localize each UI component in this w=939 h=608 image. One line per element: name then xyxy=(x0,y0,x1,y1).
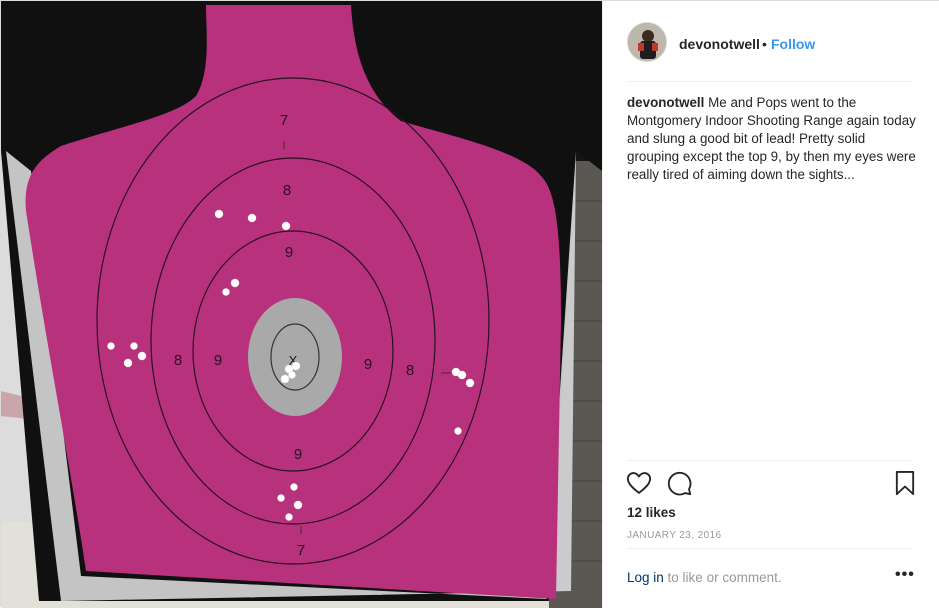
header-separator: • xyxy=(762,36,767,52)
ring-label-9-right: 9 xyxy=(364,356,372,373)
actions-divider xyxy=(627,460,913,461)
post-date[interactable]: January 23, 2016 xyxy=(627,530,721,541)
username-link[interactable]: devonotwell xyxy=(679,36,760,52)
instagram-post-frame: 7 8 9 8 9 X 9 8 9 7 devonotwell • Follow… xyxy=(0,0,939,608)
avatar-image xyxy=(628,23,666,61)
ring-label-9-top: 9 xyxy=(285,244,293,261)
ring-label-7-bottom: 7 xyxy=(297,542,305,559)
follow-button[interactable]: Follow xyxy=(771,36,815,52)
comment-icon[interactable] xyxy=(665,469,693,497)
ring-label-9-left: 9 xyxy=(214,352,222,369)
post-header: devonotwell • Follow xyxy=(603,1,939,83)
ring-label-8-right: 8 xyxy=(406,362,414,379)
login-link[interactable]: Log in xyxy=(627,570,664,585)
footer-divider xyxy=(627,548,913,549)
header-divider xyxy=(627,81,913,82)
post-photo[interactable]: 7 8 9 8 9 X 9 8 9 7 xyxy=(1,1,602,608)
more-options-icon[interactable]: ••• xyxy=(895,566,915,584)
ring-label-8-left: 8 xyxy=(174,352,182,369)
avatar[interactable] xyxy=(627,22,667,62)
login-prompt: Log in to like or comment. xyxy=(627,570,782,585)
ring-label-9-bottom: 9 xyxy=(294,446,302,463)
action-bar xyxy=(603,469,939,501)
caption-username[interactable]: devonotwell xyxy=(627,95,704,110)
ring-label-7-top: 7 xyxy=(280,112,288,129)
target-photo-illustration: 7 8 9 8 9 X 9 8 9 7 xyxy=(1,1,602,608)
bookmark-icon[interactable] xyxy=(891,469,919,497)
login-prompt-text: to like or comment. xyxy=(663,570,782,585)
ring-label-8-top: 8 xyxy=(283,182,291,199)
post-sidebar: devonotwell • Follow devonotwell Me and … xyxy=(602,1,939,608)
post-caption: devonotwell Me and Pops went to the Mont… xyxy=(627,94,917,184)
heart-icon[interactable] xyxy=(625,469,653,497)
likes-count[interactable]: 12 likes xyxy=(627,505,676,520)
